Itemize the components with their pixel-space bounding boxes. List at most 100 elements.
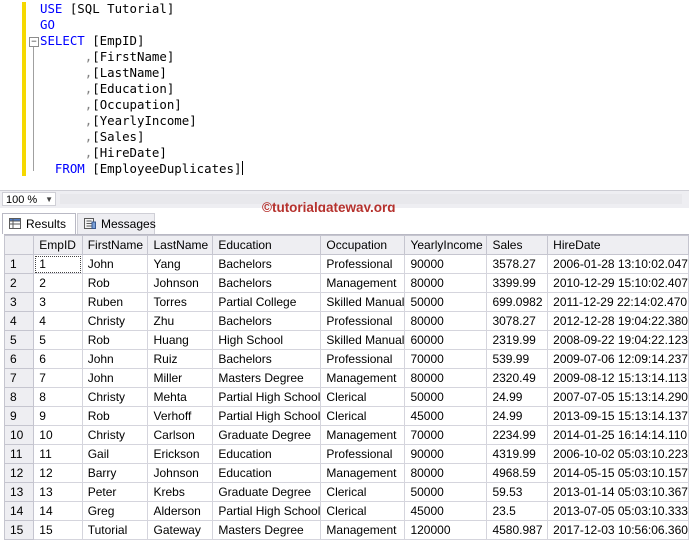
- table-cell[interactable]: 2006-10-02 05:03:10.223: [547, 444, 689, 464]
- table-cell[interactable]: 59.53: [486, 482, 549, 502]
- table-cell[interactable]: Krebs: [147, 482, 214, 502]
- column-header[interactable]: HireDate: [547, 235, 689, 255]
- table-row[interactable]: 8 8 Christy Mehta Partial High School Clerica…: [3, 387, 689, 407]
- row-number[interactable]: 5: [3, 330, 35, 350]
- table-cell[interactable]: Education: [212, 463, 322, 483]
- grid-corner[interactable]: [3, 235, 35, 255]
- table-cell[interactable]: Management: [320, 368, 406, 388]
- table-cell[interactable]: Verhoff: [147, 406, 214, 426]
- table-cell[interactable]: 13: [33, 482, 83, 502]
- table-cell[interactable]: Christy: [81, 387, 149, 407]
- table-cell[interactable]: 3: [33, 292, 83, 312]
- table-cell[interactable]: 4: [33, 311, 83, 331]
- table-cell[interactable]: 2009-07-06 12:09:14.237: [547, 349, 689, 369]
- table-cell[interactable]: 3078.27: [486, 311, 549, 331]
- table-cell[interactable]: 24.99: [486, 387, 549, 407]
- query-editor[interactable]: − USE [SQL Tutorial] GO SELECT [EmpID] ,[F…: [0, 0, 689, 188]
- table-row[interactable]: 9 9 Rob Verhoff Partial High School Clerical 4…: [3, 406, 689, 426]
- table-cell[interactable]: Gail: [81, 444, 149, 464]
- table-cell[interactable]: 14: [33, 501, 83, 521]
- table-cell[interactable]: Clerical: [320, 482, 406, 502]
- table-cell[interactable]: 50000: [404, 292, 488, 312]
- table-cell[interactable]: 50000: [404, 482, 488, 502]
- code-line[interactable]: ,[Education]: [40, 81, 243, 97]
- row-number[interactable]: 10: [3, 425, 35, 445]
- sql-code[interactable]: USE [SQL Tutorial] GO SELECT [EmpID] ,[Fir…: [40, 1, 244, 177]
- table-cell[interactable]: Bachelors: [212, 273, 322, 293]
- table-cell[interactable]: Management: [320, 463, 406, 483]
- table-cell[interactable]: 24.99: [486, 406, 549, 426]
- table-cell[interactable]: 2012-12-28 19:04:22.380: [547, 311, 689, 331]
- table-cell[interactable]: Torres: [147, 292, 214, 312]
- table-row[interactable]: 7 7 John Miller Masters Degree Management 8000…: [3, 368, 689, 388]
- table-cell[interactable]: Alderson: [147, 501, 214, 521]
- table-cell[interactable]: Mehta: [147, 387, 214, 407]
- table-cell[interactable]: Christy: [81, 311, 149, 331]
- table-cell[interactable]: 70000: [404, 349, 488, 369]
- table-cell[interactable]: 2013-09-15 15:13:14.137: [547, 406, 689, 426]
- row-number[interactable]: 15: [3, 520, 35, 540]
- table-cell[interactable]: 7: [33, 368, 83, 388]
- table-cell[interactable]: 2009-08-12 15:13:14.113: [547, 368, 689, 388]
- table-cell[interactable]: Professional: [320, 444, 406, 464]
- table-row[interactable]: 14 14 Greg Alderson Partial High School Cleri…: [3, 501, 689, 521]
- row-number[interactable]: 2: [3, 273, 35, 293]
- table-cell[interactable]: 6: [33, 349, 83, 369]
- column-header[interactable]: LastName: [147, 235, 214, 255]
- table-cell[interactable]: 120000: [404, 520, 488, 540]
- table-cell[interactable]: John: [81, 254, 149, 274]
- table-cell[interactable]: Bachelors: [212, 254, 322, 274]
- tab-results[interactable]: Results: [2, 213, 76, 234]
- table-row[interactable]: 11 11 Gail Erickson Education Professional 900…: [3, 444, 689, 464]
- table-cell[interactable]: 80000: [404, 463, 488, 483]
- table-cell[interactable]: 45000: [404, 406, 488, 426]
- row-number[interactable]: 14: [3, 501, 35, 521]
- table-cell[interactable]: Gateway: [147, 520, 214, 540]
- zoom-select[interactable]: 100 % ▼: [2, 192, 56, 206]
- table-cell[interactable]: 539.99: [486, 349, 549, 369]
- table-cell[interactable]: 80000: [404, 368, 488, 388]
- column-header[interactable]: Occupation: [320, 235, 406, 255]
- row-number[interactable]: 7: [3, 368, 35, 388]
- table-row[interactable]: 13 13 Peter Krebs Graduate Degree Clerical 500…: [3, 482, 689, 502]
- table-cell[interactable]: Skilled Manual: [320, 292, 406, 312]
- tab-messages[interactable]: Messages: [77, 213, 156, 234]
- table-row[interactable]: 3 3 Ruben Torres Partial College Skilled Manu…: [3, 292, 689, 312]
- table-cell[interactable]: 5: [33, 330, 83, 350]
- table-cell[interactable]: 3399.99: [486, 273, 549, 293]
- row-number[interactable]: 12: [3, 463, 35, 483]
- table-cell[interactable]: 11: [33, 444, 83, 464]
- table-cell[interactable]: 15: [33, 520, 83, 540]
- table-cell[interactable]: Partial High School: [212, 387, 322, 407]
- table-cell[interactable]: Tutorial: [81, 520, 149, 540]
- row-number[interactable]: 3: [3, 292, 35, 312]
- table-cell[interactable]: Huang: [147, 330, 214, 350]
- table-row[interactable]: 10 10 Christy Carlson Graduate Degree Managem…: [3, 425, 689, 445]
- table-cell[interactable]: Education: [212, 444, 322, 464]
- table-row[interactable]: 1 1 John Yang Bachelors Professional 90000 3578…: [3, 254, 689, 274]
- table-row[interactable]: 5 5 Rob Huang High School Skilled Manual 60000…: [3, 330, 689, 350]
- code-line[interactable]: ,[HireDate]: [40, 145, 243, 161]
- table-cell[interactable]: 3578.27: [486, 254, 549, 274]
- row-number[interactable]: 1: [3, 254, 35, 274]
- table-cell[interactable]: John: [81, 349, 149, 369]
- row-number[interactable]: 11: [3, 444, 35, 464]
- table-cell[interactable]: 10: [33, 425, 83, 445]
- table-cell[interactable]: 2014-05-15 05:03:10.157: [547, 463, 689, 483]
- table-cell[interactable]: Skilled Manual: [320, 330, 406, 350]
- row-number[interactable]: 9: [3, 406, 35, 426]
- table-cell[interactable]: 70000: [404, 425, 488, 445]
- table-cell[interactable]: 9: [33, 406, 83, 426]
- table-cell[interactable]: Rob: [81, 273, 149, 293]
- table-cell[interactable]: Christy: [81, 425, 149, 445]
- code-line[interactable]: ,[Occupation]: [40, 97, 243, 113]
- table-cell[interactable]: 2013-07-05 05:03:10.333: [547, 501, 689, 521]
- table-cell[interactable]: Bachelors: [212, 349, 322, 369]
- code-line[interactable]: USE [SQL Tutorial]: [40, 1, 243, 17]
- row-number[interactable]: 13: [3, 482, 35, 502]
- table-cell[interactable]: 2006-01-28 13:10:02.047: [547, 254, 689, 274]
- table-cell[interactable]: Management: [320, 273, 406, 293]
- code-line[interactable]: GO: [40, 17, 243, 33]
- table-cell[interactable]: Clerical: [320, 387, 406, 407]
- table-cell[interactable]: 60000: [404, 330, 488, 350]
